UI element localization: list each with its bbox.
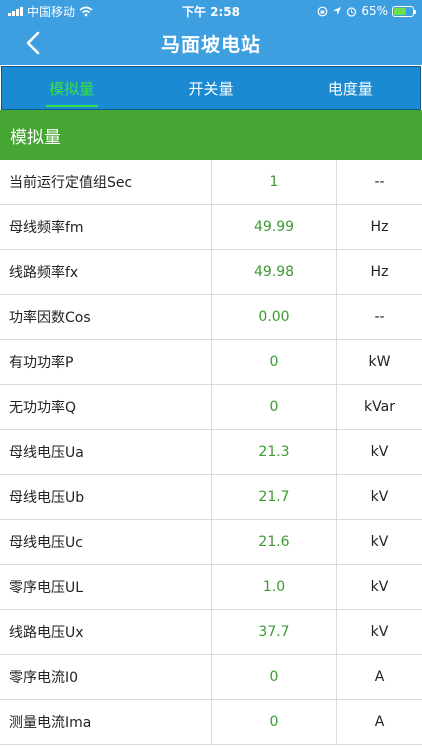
table-row: 线路电压Ux 37.7 kV — [0, 610, 422, 655]
rotation-lock-icon — [317, 6, 328, 16]
row-unit: kV — [370, 624, 389, 640]
tab-switch[interactable]: 开关量 — [141, 67, 280, 109]
row-value: 0 — [212, 340, 337, 384]
row-value: 0 — [212, 385, 337, 429]
row-value: 1.0 — [212, 565, 337, 609]
table-row: 线路频率fx 49.98 Hz — [0, 250, 422, 295]
row-unit: kV — [370, 444, 389, 460]
table-row: 无功功率Q 0 kVar — [0, 385, 422, 430]
alarm-clock-icon — [347, 6, 357, 17]
status-left: 中国移动 — [8, 3, 93, 20]
row-unit: kV — [370, 534, 389, 550]
location-arrow-icon — [333, 7, 342, 15]
row-unit: A — [374, 714, 385, 730]
row-name: 母线电压Ua — [0, 430, 212, 474]
battery-icon — [392, 5, 416, 17]
table-row: 母线电压Ua 21.3 kV — [0, 430, 422, 475]
tab-analog[interactable]: 模拟量 — [2, 67, 141, 109]
row-name: 当前运行定值组Sec — [0, 160, 212, 204]
section-header: 模拟量 — [0, 110, 422, 160]
row-unit: kV — [370, 579, 389, 595]
table-row: 测量电流Ima 0 A — [0, 700, 422, 745]
row-unit: A — [374, 669, 385, 685]
row-unit: -- — [374, 309, 385, 325]
tab-bar: 模拟量 开关量 电度量 — [1, 66, 421, 110]
row-value: 21.3 — [212, 430, 337, 474]
table-row: 母线电压Uc 21.6 kV — [0, 520, 422, 565]
row-value: 37.7 — [212, 610, 337, 654]
row-unit: kW — [368, 354, 391, 370]
row-unit: Hz — [370, 264, 389, 280]
table-row: 零序电流I0 0 A — [0, 655, 422, 700]
row-value: 49.98 — [212, 250, 337, 294]
battery-percent: 65% — [361, 4, 388, 18]
row-value: 1 — [212, 160, 337, 204]
table-row: 有功功率P 0 kW — [0, 340, 422, 385]
tab-energy[interactable]: 电度量 — [281, 67, 420, 109]
table-row: 当前运行定值组Sec 1 -- — [0, 160, 422, 205]
row-value: 0 — [212, 700, 337, 744]
row-value: 0 — [212, 655, 337, 699]
row-name: 线路电压Ux — [0, 610, 212, 654]
cellular-signal-icon — [8, 6, 23, 16]
row-name: 功率因数Cos — [0, 295, 212, 339]
table-row: 功率因数Cos 0.00 -- — [0, 295, 422, 340]
table-row: 母线电压Ub 21.7 kV — [0, 475, 422, 520]
chevron-left-icon — [26, 31, 40, 55]
row-name: 母线电压Ub — [0, 475, 212, 519]
page-title: 马面坡电站 — [160, 34, 261, 56]
row-name: 零序电流I0 — [0, 655, 212, 699]
section-title: 模拟量 — [10, 127, 61, 148]
status-bar: 中国移动 下午 2:58 65% — [0, 0, 422, 22]
row-unit: kV — [370, 489, 389, 505]
battery-fill — [394, 7, 406, 15]
row-unit: Hz — [370, 219, 389, 235]
row-name: 母线电压Uc — [0, 520, 212, 564]
row-unit: -- — [374, 174, 385, 190]
row-value: 21.7 — [212, 475, 337, 519]
status-right: 65% — [317, 4, 416, 18]
row-unit: kVar — [364, 399, 395, 415]
row-value: 0.00 — [212, 295, 337, 339]
table-row: 母线频率fm 49.99 Hz — [0, 205, 422, 250]
row-value: 49.99 — [212, 205, 337, 249]
row-name: 零序电压UL — [0, 565, 212, 609]
back-button[interactable] — [18, 28, 48, 58]
table-row: 零序电压UL 1.0 kV — [0, 565, 422, 610]
data-table: 当前运行定值组Sec 1 -- 母线频率fm 49.99 Hz 线路频率fx 49.98 Hz 功… — [0, 160, 422, 745]
row-name: 母线频率fm — [0, 205, 212, 249]
wifi-icon — [79, 6, 93, 16]
row-name: 无功功率Q — [0, 385, 212, 429]
row-name: 有功功率P — [0, 340, 212, 384]
row-value: 21.6 — [212, 520, 337, 564]
row-name: 线路频率fx — [0, 250, 212, 294]
nav-bar: 马面坡电站 — [0, 22, 422, 65]
carrier-name: 中国移动 — [27, 4, 76, 19]
row-name: 测量电流Ima — [0, 700, 212, 744]
